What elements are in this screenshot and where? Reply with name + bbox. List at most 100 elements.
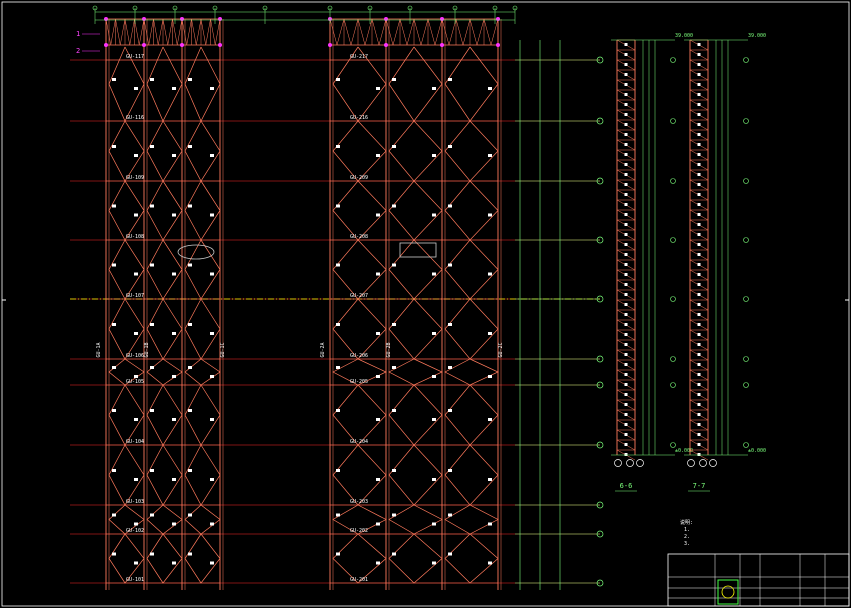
bracing-diamond <box>108 533 145 584</box>
level-label: GU-216 <box>350 115 368 121</box>
note-line: 3. <box>684 541 690 547</box>
gusset-plate <box>172 418 176 421</box>
section-plate <box>697 253 701 256</box>
level-label: GU-109 <box>126 175 144 181</box>
bracing-diamond <box>146 444 183 506</box>
gusset-plate <box>488 272 492 276</box>
bracing-diamond <box>332 533 387 584</box>
bracing-diamond <box>108 298 145 360</box>
section-plate <box>624 183 628 186</box>
gusset-plate <box>210 213 214 217</box>
section-plate <box>624 313 628 316</box>
section-plate <box>697 63 701 66</box>
level-label: GU-205 <box>350 379 368 385</box>
cap-diagonal <box>350 18 359 46</box>
cap-diagonal <box>455 18 464 46</box>
column-label: GU-2C <box>498 342 504 357</box>
section-level-bubble <box>670 237 676 243</box>
gusset-plate <box>432 561 436 565</box>
section-plate <box>624 193 628 196</box>
section-plate <box>697 103 701 106</box>
section-grid-bubble <box>626 459 634 467</box>
node-marker <box>384 17 388 21</box>
cap-diagonal <box>469 18 478 46</box>
gusset-plate <box>336 409 340 412</box>
section-plate <box>624 123 628 126</box>
section-plate <box>624 363 628 366</box>
node-marker <box>104 17 108 21</box>
gusset-plate <box>448 409 452 412</box>
section-plate <box>697 243 701 246</box>
level-label: GU-204 <box>350 439 368 445</box>
bracing-diamond <box>146 504 183 535</box>
cap-diagonal <box>120 18 126 46</box>
gusset-plate <box>448 204 452 208</box>
gusset-plate <box>134 87 138 90</box>
section-plate <box>624 243 628 246</box>
bracing-diamond <box>444 120 499 182</box>
cap-diagonal <box>357 18 366 46</box>
bracing-diamond <box>184 46 221 122</box>
node-marker <box>104 43 108 47</box>
gusset-plate <box>448 145 452 148</box>
section-plate <box>624 73 628 76</box>
gusset-plate <box>172 332 176 335</box>
section-plate <box>624 393 628 396</box>
section-plate <box>697 293 701 296</box>
gusset-plate <box>172 478 176 481</box>
cap-diagonal <box>200 18 206 46</box>
gusset-plate <box>448 323 452 326</box>
gusset-plate <box>150 263 154 267</box>
gusset-plate <box>112 323 116 326</box>
gusset-plate <box>376 154 380 157</box>
bracing-diamond <box>184 180 221 241</box>
bracing-diamond <box>146 239 183 300</box>
gusset-plate <box>172 272 176 276</box>
gusset-plate <box>336 366 340 369</box>
section-level-bubble <box>743 442 749 448</box>
gusset-plate <box>488 213 492 217</box>
section-plate <box>624 213 628 216</box>
section-plate <box>697 83 701 86</box>
gusset-plate <box>150 366 154 369</box>
section-plate <box>624 63 628 66</box>
level-label: GU-108 <box>126 234 144 240</box>
cap-diagonal <box>385 18 394 46</box>
level-label: GU-102 <box>126 528 144 534</box>
section-plate <box>697 43 701 46</box>
level-label: GU-106 <box>126 353 144 359</box>
bracing-diamond <box>146 533 183 584</box>
section-level-bubble <box>670 178 676 184</box>
cap-diagonal <box>343 18 352 46</box>
gusset-plate <box>210 561 214 565</box>
cap-diagonal <box>406 18 415 46</box>
gusset-plate <box>432 418 436 421</box>
section-plate <box>624 453 628 456</box>
section-level-bubble <box>743 356 749 362</box>
cap-diagonal <box>167 18 173 46</box>
bracing-diamond <box>146 358 183 386</box>
node-marker <box>218 43 222 47</box>
gusset-plate <box>112 204 116 208</box>
section-plate <box>697 73 701 76</box>
bracing-diamond <box>444 358 499 386</box>
gusset-plate <box>150 204 154 208</box>
gusset-plate <box>488 522 492 526</box>
gusset-plate <box>376 213 380 217</box>
section-plate <box>624 43 628 46</box>
level-label: GU-101 <box>126 577 144 583</box>
node-marker <box>440 43 444 47</box>
gusset-plate <box>112 409 116 412</box>
section-plate <box>624 423 628 426</box>
bracing-diamond <box>444 46 499 122</box>
gusset-plate <box>432 154 436 157</box>
bracing-diamond <box>108 384 145 446</box>
node-marker <box>142 17 146 21</box>
section-label: 6-6 <box>620 482 633 490</box>
cad-drawing-canvas[interactable]: GU-117 GU-116 GU-109 GU-108 GU-107 GU-106 GU-1… <box>0 0 851 608</box>
section-plate <box>624 443 628 446</box>
cap-diagonal <box>210 18 216 46</box>
notes: 说明:1.2.3. <box>680 519 693 547</box>
gusset-plate <box>150 145 154 148</box>
section-plate <box>697 343 701 346</box>
